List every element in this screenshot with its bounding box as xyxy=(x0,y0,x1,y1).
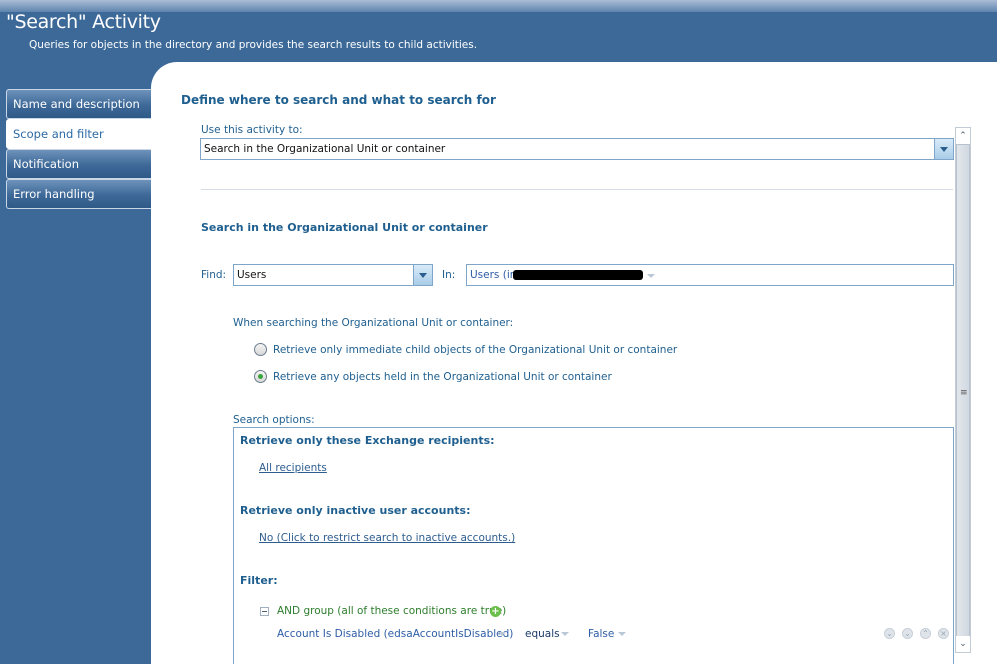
radio-immediate-children[interactable] xyxy=(254,343,267,356)
use-activity-label: Use this activity to: xyxy=(201,124,303,136)
activity-title: "Search" Activity xyxy=(6,11,161,33)
chevron-down-icon[interactable] xyxy=(498,632,506,636)
sidebar-nav: Name and description Scope and filter No… xyxy=(6,89,152,209)
all-recipients-link[interactable]: All recipients xyxy=(259,462,327,474)
chevron-down-icon[interactable] xyxy=(413,265,432,285)
chevron-down-icon[interactable] xyxy=(647,274,655,278)
divider xyxy=(201,189,953,190)
chevron-down-icon[interactable] xyxy=(561,632,569,636)
radio-any-objects[interactable] xyxy=(254,370,267,383)
in-label: In: xyxy=(442,269,456,281)
sidebar-item-scope-and-filter[interactable]: Scope and filter xyxy=(6,119,152,149)
searching-label: When searching the Organizational Unit o… xyxy=(233,317,514,329)
find-label: Find: xyxy=(201,269,227,281)
redaction-mark xyxy=(513,270,643,280)
radio-immediate-children-label[interactable]: Retrieve only immediate child objects of… xyxy=(273,344,677,356)
chevron-down-icon[interactable] xyxy=(618,632,626,636)
filter-heading: Filter: xyxy=(240,574,278,587)
inactive-accounts-link[interactable]: No (Click to restrict search to inactive… xyxy=(259,532,515,544)
vertical-scrollbar[interactable]: ⌃ ≡ ⌄ xyxy=(955,127,971,653)
scroll-thumb[interactable]: ≡ xyxy=(956,144,970,638)
move-up-icon[interactable]: ⌃ xyxy=(920,628,931,639)
exchange-recipients-heading: Retrieve only these Exchange recipients: xyxy=(240,434,495,447)
page-title: Define where to search and what to searc… xyxy=(181,93,496,107)
use-activity-dropdown[interactable]: Search in the Organizational Unit or con… xyxy=(200,138,954,160)
in-value: Users (in xyxy=(470,269,517,281)
search-options-label: Search options: xyxy=(233,414,315,426)
inactive-accounts-heading: Retrieve only inactive user accounts: xyxy=(240,504,471,517)
move-down-alt-icon[interactable]: ⌄ xyxy=(902,628,913,639)
remove-condition-icon[interactable]: × xyxy=(938,628,949,639)
sidebar-item-name-and-description[interactable]: Name and description xyxy=(6,89,152,119)
activity-subtitle: Queries for objects in the directory and… xyxy=(29,39,478,51)
chevron-down-icon[interactable] xyxy=(934,139,953,159)
scroll-down-icon[interactable]: ⌄ xyxy=(956,636,970,652)
sidebar-item-error-handling[interactable]: Error handling xyxy=(6,179,152,209)
and-group-label[interactable]: AND group (all of these conditions are t… xyxy=(277,605,506,617)
find-dropdown[interactable]: Users xyxy=(233,264,433,286)
condition-property[interactable]: Account Is Disabled (edsaAccountIsDisabl… xyxy=(277,628,513,640)
move-down-icon[interactable]: ⌄ xyxy=(884,628,895,639)
use-activity-value: Search in the Organizational Unit or con… xyxy=(204,143,446,155)
grip-icon: ≡ xyxy=(960,388,968,398)
sub-section-title: Search in the Organizational Unit or con… xyxy=(201,221,488,234)
in-container-picker[interactable]: Users (in xyxy=(466,264,954,286)
radio-any-objects-label[interactable]: Retrieve any objects held in the Organiz… xyxy=(273,371,612,383)
add-condition-icon[interactable]: + xyxy=(490,606,501,617)
sidebar-item-notification[interactable]: Notification xyxy=(6,149,152,179)
condition-value[interactable]: False xyxy=(588,628,614,640)
scroll-up-icon[interactable]: ⌃ xyxy=(956,128,970,144)
collapse-icon[interactable] xyxy=(260,607,269,616)
condition-operator[interactable]: equals xyxy=(525,628,560,640)
find-value: Users xyxy=(237,269,267,281)
